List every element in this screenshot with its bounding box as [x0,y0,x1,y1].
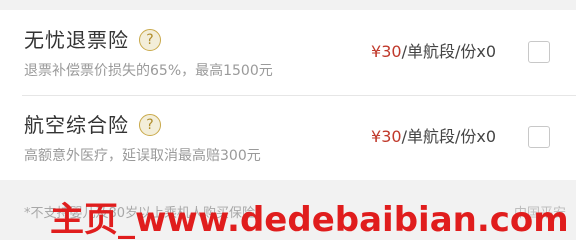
insurance-row-refund[interactable]: 无忧退票险 ? 退票补偿票价损失的65%，最高1500元 ¥30/单航段/份x0 [0,10,576,95]
price-amount: ¥30 [371,127,402,146]
insurance-price: ¥30/单航段/份x0 [371,42,496,62]
insurance-description: 退票补偿票价损失的65%，最高1500元 [24,63,273,79]
insurance-title-line: 航空综合险 ? [24,113,161,137]
help-icon[interactable]: ? [139,114,161,136]
price-unit: /单航段/份x0 [401,127,496,146]
insurance-row-aviation[interactable]: 航空综合险 ? 高额意外医疗，延误取消最高赔300元 ¥30/单航段/份x0 [0,95,576,180]
price-unit: /单航段/份x0 [401,42,496,61]
insurance-name: 航空综合险 [24,113,129,137]
top-divider [0,0,576,10]
insurance-name: 无忧退票险 [24,28,129,52]
insurance-checkbox[interactable] [528,41,550,63]
insurance-title-line: 无忧退票险 ? [24,28,161,52]
price-amount: ¥30 [371,42,402,61]
insurance-page: 无忧退票险 ? 退票补偿票价损失的65%，最高1500元 ¥30/单航段/份x0… [0,0,576,240]
insurance-card: 无忧退票险 ? 退票补偿票价损失的65%，最高1500元 ¥30/单航段/份x0… [0,10,576,180]
insurance-price: ¥30/单航段/份x0 [371,127,496,147]
watermark: 主页_www.dedebaibian.com [50,200,569,240]
insurance-description: 高额意外医疗，延误取消最高赔300元 [24,148,261,164]
help-icon[interactable]: ? [139,29,161,51]
insurance-checkbox[interactable] [528,126,550,148]
